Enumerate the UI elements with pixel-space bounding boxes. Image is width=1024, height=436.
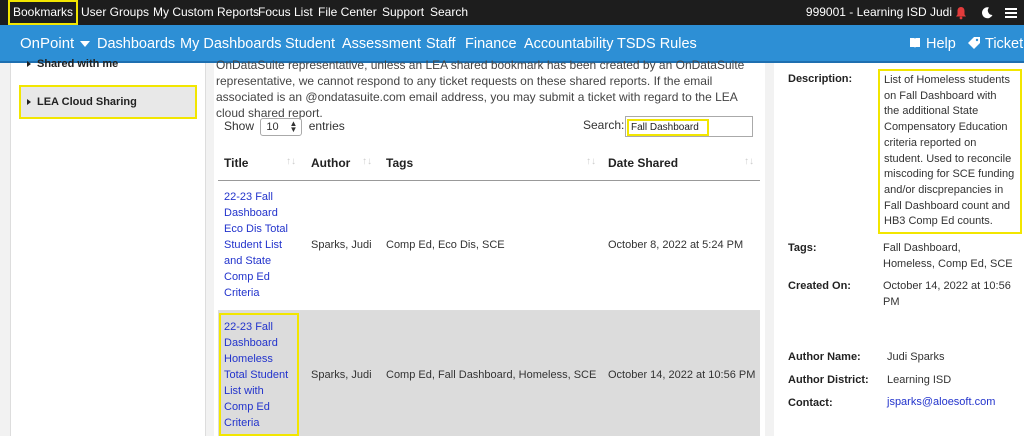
row2-tags: Comp Ed, Fall Dashboard, Homeless, SCE bbox=[386, 369, 597, 381]
sidebar: Shared with me LEA Cloud Sharing bbox=[10, 58, 206, 436]
title-line: Dashboard bbox=[224, 207, 278, 219]
sidebar-item-label: LEA Cloud Sharing bbox=[37, 96, 137, 108]
search-label: Search: bbox=[583, 118, 625, 132]
sort-icon: ↑↓ bbox=[286, 156, 296, 167]
book-icon bbox=[910, 38, 920, 48]
caret-right-icon bbox=[27, 61, 31, 68]
sort-icon: ↑↓ bbox=[362, 156, 372, 167]
search-input-value: Fall Dashboard bbox=[627, 119, 709, 136]
sidebar-item-label: Shared with me bbox=[37, 58, 119, 70]
description-line: Compensatory Education bbox=[884, 121, 1008, 134]
topnav-support[interactable]: Support bbox=[382, 0, 424, 25]
created-on-label: Created On: bbox=[788, 280, 851, 292]
entries-select[interactable]: 10 ▲ ▼ bbox=[260, 118, 303, 136]
tags-line: Homeless, Comp Ed, SCE bbox=[883, 258, 1013, 270]
topnav-search[interactable]: Search bbox=[430, 0, 468, 25]
author-name-value: Judi Sparks bbox=[887, 351, 945, 363]
author-district-value: Learning ISD bbox=[887, 374, 952, 386]
description-line: student. Used to reconcile bbox=[884, 152, 1012, 165]
col-header-date-shared[interactable]: Date Shared bbox=[608, 156, 678, 170]
user-district-info: 999001 - Learning ISD Judi bbox=[805, 5, 952, 19]
description-line: on Fall Dashboard with bbox=[884, 89, 997, 102]
topnav-bookmarks[interactable]: Bookmarks bbox=[8, 0, 79, 25]
author-name-label: Author Name: bbox=[788, 351, 861, 363]
row2-title-highlight bbox=[219, 313, 299, 436]
entries-label: entries bbox=[308, 119, 345, 134]
show-entries: Show 10 ▲ ▼ entries bbox=[224, 118, 345, 136]
top-bar: Bookmarks User Groups My Custom Reports … bbox=[0, 0, 1024, 25]
title-line: and State bbox=[224, 255, 272, 267]
nav-help[interactable]: Help bbox=[908, 25, 956, 63]
tags-label: Tags: bbox=[788, 242, 817, 254]
sidebar-item-lea-cloud-sharing[interactable]: LEA Cloud Sharing bbox=[19, 85, 197, 119]
notice-text: OnDataSuite representative, unless an LE… bbox=[216, 58, 745, 120]
description-line: List of Homeless students bbox=[884, 74, 1010, 86]
row1-tags: Comp Ed, Eco Dis, SCE bbox=[386, 239, 505, 251]
row1-author: Sparks, Judi bbox=[311, 239, 372, 251]
tags-line: Fall Dashboard, bbox=[883, 242, 961, 254]
row2-date: October 14, 2022 at 10:56 PM bbox=[608, 369, 756, 381]
topnav-my-custom-reports[interactable]: My Custom Reports bbox=[153, 0, 259, 25]
description-line: and/or discprepancies in bbox=[884, 183, 1004, 196]
header-divider bbox=[218, 180, 760, 181]
sort-arrows-icon: ▲ ▼ bbox=[289, 119, 298, 134]
description-line: HB3 Comp Ed counts. bbox=[884, 215, 993, 228]
row2-author: Sparks, Judi bbox=[311, 369, 372, 381]
title-line: Criteria bbox=[224, 287, 260, 299]
title-line: Eco Dis Total bbox=[224, 223, 288, 235]
created-on-value: October 14, 2022 at 10:56 PM bbox=[883, 278, 1011, 310]
tag-icon bbox=[968, 37, 980, 49]
tags-value: Fall Dashboard, Homeless, Comp Ed, SCE bbox=[883, 240, 1013, 272]
title-line: Comp Ed bbox=[224, 271, 270, 283]
description-line: Fall Dashboard count and bbox=[884, 199, 1010, 212]
contact-email-link[interactable]: jsparks@aloesoft.com bbox=[887, 396, 995, 408]
description-line: the additional State bbox=[884, 105, 979, 118]
created-line: October 14, 2022 at 10:56 bbox=[883, 280, 1011, 292]
nav-ticket-label: Ticket bbox=[985, 36, 1024, 52]
entries-select-value: 10 bbox=[266, 121, 279, 133]
description-label: Description: bbox=[788, 73, 853, 85]
nav-onpoint-label: OnPoint bbox=[20, 35, 75, 52]
topnav-focus-list[interactable]: Focus List bbox=[258, 0, 313, 25]
contact-label: Contact: bbox=[788, 397, 833, 409]
sidebar-item-shared-with-me[interactable]: Shared with me bbox=[19, 55, 197, 73]
sort-icon: ↑↓ bbox=[586, 156, 596, 167]
menu-icon[interactable] bbox=[1004, 6, 1018, 20]
row1-title-link[interactable]: 22-23 Fall Dashboard Eco Dis Total Stude… bbox=[224, 189, 288, 301]
chevron-down-icon bbox=[80, 41, 91, 48]
row1-date: October 8, 2022 at 5:24 PM bbox=[608, 239, 744, 251]
bell-icon[interactable] bbox=[954, 6, 968, 20]
author-district-label: Author District: bbox=[788, 374, 869, 386]
nav-help-label: Help bbox=[926, 36, 956, 52]
created-line: PM bbox=[883, 296, 900, 308]
description-value: List of Homeless students on Fall Dashbo… bbox=[878, 69, 1022, 234]
topnav-file-center[interactable]: File Center bbox=[318, 0, 377, 25]
col-header-title[interactable]: Title bbox=[224, 156, 248, 170]
col-header-tags[interactable]: Tags bbox=[386, 156, 413, 170]
moon-icon[interactable] bbox=[980, 6, 994, 20]
nav-ticket[interactable]: Ticket bbox=[967, 25, 1023, 63]
col-header-author[interactable]: Author bbox=[311, 156, 350, 170]
description-line: criteria reported on bbox=[884, 136, 977, 149]
title-line: 22-23 Fall bbox=[224, 191, 273, 203]
show-label: Show bbox=[224, 119, 255, 134]
sort-icon: ↑↓ bbox=[744, 156, 754, 167]
description-line: miscoding for SCE funding bbox=[884, 168, 1015, 181]
title-line: Student List bbox=[224, 239, 283, 251]
topnav-user-groups[interactable]: User Groups bbox=[81, 0, 149, 25]
caret-right-icon bbox=[27, 99, 31, 106]
